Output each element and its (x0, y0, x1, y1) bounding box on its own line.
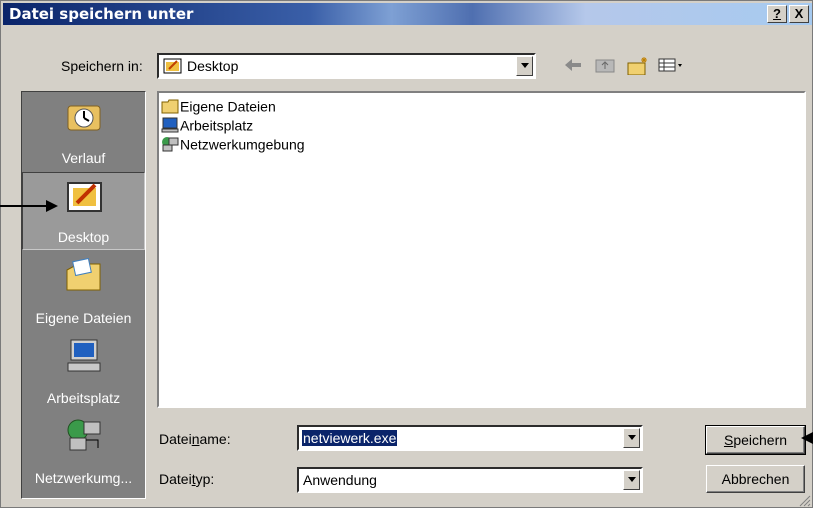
close-icon: X (794, 6, 804, 21)
place-desktop[interactable]: Desktop (22, 172, 145, 250)
computer-icon (161, 117, 179, 133)
place-my-computer[interactable]: Arbeitsplatz (22, 332, 145, 410)
my-documents-icon (66, 258, 101, 291)
file-name: Netzwerkumgebung (180, 136, 305, 153)
lookin-label: Speichern in: (61, 58, 143, 74)
file-name: Arbeitsplatz (180, 117, 254, 134)
filetype-dropdown-arrow[interactable] (623, 470, 640, 490)
list-item[interactable]: Arbeitsplatz (161, 116, 253, 136)
lookin-dropdown[interactable]: Desktop (157, 53, 536, 79)
filetype-dropdown[interactable]: Anwendung (297, 467, 643, 493)
resize-grip-icon[interactable] (799, 495, 811, 507)
help-button[interactable]: ? (767, 5, 787, 23)
folder-icon (161, 99, 179, 114)
desktop-icon (163, 58, 182, 74)
new-folder-icon[interactable] (625, 55, 651, 75)
cancel-button[interactable]: Abbrechen (706, 465, 805, 493)
my-computer-icon (67, 339, 101, 372)
filename-value[interactable]: netviewerk.exe (302, 430, 398, 446)
save-button[interactable]: Speichern (705, 425, 806, 455)
lookin-dropdown-arrow[interactable] (516, 56, 533, 76)
filename-dropdown-arrow[interactable] (623, 428, 640, 448)
list-item[interactable]: Eigene Dateien (161, 97, 276, 117)
filetype-value: Anwendung (303, 472, 377, 488)
place-label: Verlauf (61, 150, 106, 166)
annotation-arrow-desktop (0, 205, 48, 207)
filename-label: Dateiname: (159, 431, 231, 447)
save-as-dialog: Datei speichern unter ? X Speichern in: … (0, 0, 813, 508)
close-button[interactable]: X (789, 5, 809, 23)
annotation-arrowhead (801, 432, 813, 444)
place-label: Netzwerkumg... (34, 470, 133, 486)
network-icon (162, 137, 179, 152)
filetype-label: Dateityp: (159, 471, 215, 487)
place-network[interactable]: Netzwerkumg... (22, 412, 145, 490)
place-label: Arbeitsplatz (46, 390, 121, 406)
network-icon (67, 419, 101, 451)
up-folder-icon[interactable] (593, 55, 617, 75)
back-icon[interactable] (561, 55, 585, 75)
help-icon: ? (773, 6, 781, 21)
place-history[interactable]: Verlauf (22, 92, 145, 170)
list-item[interactable]: Netzwerkumgebung (161, 135, 305, 155)
file-list[interactable]: Eigene Dateien Arbeitsplatz Netzwerkumge… (157, 91, 806, 408)
view-menu-icon[interactable] (657, 55, 687, 75)
title-bar[interactable]: Datei speichern unter ? X (3, 3, 812, 25)
place-my-documents[interactable]: Eigene Dateien (22, 252, 145, 330)
desktop-icon (67, 182, 102, 212)
places-bar: Verlauf Desktop Eigene Dateien Arbeitspl… (21, 91, 146, 499)
place-label: Desktop (57, 229, 110, 245)
file-name: Eigene Dateien (180, 98, 276, 115)
place-label: Eigene Dateien (35, 310, 132, 326)
annotation-arrowhead (46, 200, 58, 212)
history-icon (67, 105, 101, 131)
filename-field[interactable]: netviewerk.exe (297, 425, 643, 451)
window-title: Datei speichern unter (9, 5, 194, 23)
lookin-value: Desktop (187, 58, 239, 74)
